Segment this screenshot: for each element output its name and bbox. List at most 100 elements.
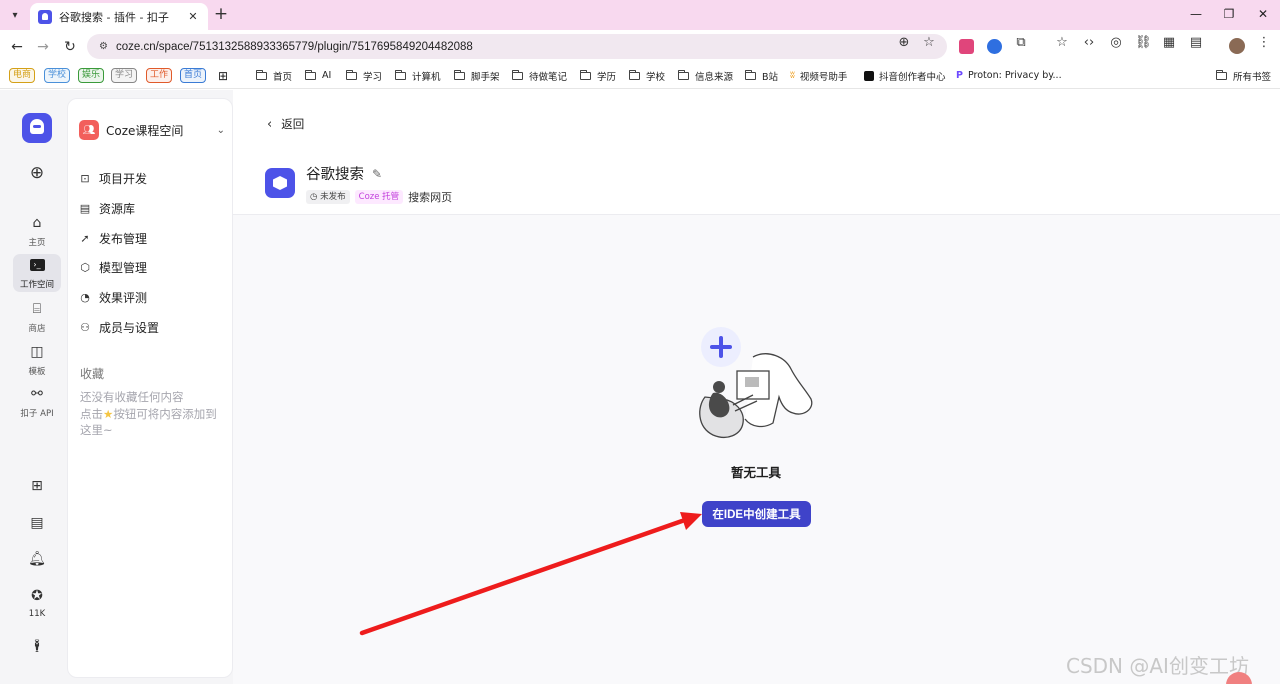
bookmark-folder[interactable]: 待做笔记: [512, 67, 567, 84]
create-button[interactable]: ⊕: [13, 163, 61, 183]
rail-docs[interactable]: ▤: [13, 515, 61, 531]
sidebar-item-label: 模型管理: [99, 260, 148, 275]
bookmark-link[interactable]: P Proton: Privacy by...: [956, 67, 1062, 84]
rail-item-store[interactable]: ⌸ 商店: [13, 301, 61, 334]
site-settings-icon[interactable]: ⚙: [99, 41, 108, 52]
bookmark-folder[interactable]: 计算机: [395, 67, 441, 84]
sidebar-item-label: 发布管理: [99, 231, 148, 246]
plugin-detail: ‹ 返回 谷歌搜索 ✎ ◷ 未发布 Coze 托管 搜索网页 暂无工具 在IDE…: [233, 90, 1280, 684]
sidebar-item-label: 项目开发: [99, 171, 148, 186]
bookmark-tag[interactable]: 电商: [9, 68, 36, 83]
sidebar-item-members[interactable]: ⚇ 成员与设置: [79, 316, 225, 338]
tab-title: 谷歌搜索 - 插件 - 扣子: [59, 10, 169, 24]
url-bar[interactable]: ⚙ coze.cn/space/7513132588933365779/plug…: [87, 34, 947, 59]
rail-apps[interactable]: ⊞: [13, 478, 61, 494]
browser-menu-icon[interactable]: ⋮: [1256, 35, 1272, 50]
profile-avatar[interactable]: [1229, 38, 1245, 54]
folder-icon: [256, 69, 267, 80]
star-circle-icon: ✪: [31, 588, 43, 604]
favorites-empty-part: 按钮可将内容添加到: [113, 406, 217, 421]
hosting-badge: Coze 托管: [354, 190, 404, 204]
bookmark-folder[interactable]: 学校: [629, 67, 665, 84]
rail-item-label: 工作空间: [19, 279, 54, 290]
link-icon[interactable]: ⛓: [1135, 35, 1152, 50]
all-bookmarks[interactable]: 所有书签: [1216, 67, 1271, 84]
workspace-sidebar: 👥︎ Coze课程空间 ⌄ ⊡ 项目开发 ▤ 资源库 ➚ 发布管理 ⬡ 模型管理…: [67, 98, 233, 678]
browser-tab-bar: ▾ 谷歌搜索 - 插件 - 扣子 ✕ + — ❐ ✕: [0, 0, 1280, 30]
gamepad-icon: ⊡: [80, 171, 90, 185]
space-selector[interactable]: 👥︎ Coze课程空间 ⌄: [79, 120, 225, 140]
bookmark-folder[interactable]: 学习: [346, 67, 382, 84]
extension-edge-icon[interactable]: [987, 39, 1002, 54]
coze-favicon-icon: [38, 9, 52, 24]
browser-tab[interactable]: 谷歌搜索 - 插件 - 扣子 ✕: [30, 3, 208, 30]
bookmark-folder[interactable]: B站: [745, 67, 778, 84]
bookmark-link[interactable]: ʬ 视频号助手: [790, 67, 847, 84]
folder-icon: [305, 69, 316, 80]
create-tool-in-ide-button[interactable]: 在IDE中创建工具: [702, 501, 811, 527]
zoom-icon[interactable]: ⊕: [896, 35, 912, 50]
template-icon: ◫: [30, 344, 44, 360]
back-label: 返回: [281, 117, 305, 131]
douyin-icon: [864, 70, 874, 81]
bookmark-folder[interactable]: 学历: [580, 67, 616, 84]
edit-icon[interactable]: ✎: [372, 167, 382, 181]
bookmark-tag[interactable]: 首页: [180, 68, 207, 83]
sidebar-item-models[interactable]: ⬡ 模型管理: [79, 256, 225, 278]
favorites-empty-line: 点击★按钮可将内容添加到: [80, 406, 228, 423]
status-badge: ◷ 未发布: [306, 190, 350, 204]
watermark: CSDN @AI创变工坊: [1066, 654, 1249, 678]
rail-item-templates[interactable]: ◫ 模板: [13, 344, 61, 377]
user-avatar[interactable]: 🕴︎: [13, 638, 61, 654]
restore-icon[interactable]: ❐: [1219, 5, 1239, 23]
sidebar-item-label: 资源库: [99, 201, 136, 216]
forward-arrow-icon[interactable]: →: [33, 37, 53, 57]
empty-state-illustration: [699, 327, 813, 438]
clock-icon: ◷: [310, 192, 318, 202]
bookmark-tag[interactable]: 学校: [44, 68, 71, 83]
window-close-icon[interactable]: ✕: [1253, 5, 1273, 23]
apps-grid-icon[interactable]: ⊞: [218, 67, 228, 84]
coze-logo[interactable]: [22, 113, 52, 143]
bookmark-folder[interactable]: 信息来源: [678, 67, 733, 84]
tab-close-icon[interactable]: ✕: [186, 10, 200, 23]
bookmark-link[interactable]: 抖音创作者中心: [864, 67, 946, 84]
screenshot-icon[interactable]: ◎: [1108, 35, 1124, 50]
rail-item-home[interactable]: ⌂ 主页: [13, 215, 61, 248]
new-tab-button[interactable]: +: [212, 5, 230, 23]
bookmark-folder[interactable]: 脚手架: [454, 67, 500, 84]
bookmark-star-icon[interactable]: ☆: [921, 35, 937, 50]
rail-star[interactable]: ✪ 11K: [13, 588, 61, 619]
favorites-icon[interactable]: ☆: [1054, 35, 1070, 50]
back-arrow-icon[interactable]: ←: [7, 37, 27, 57]
url-text[interactable]: coze.cn/space/7513132588933365779/plugin…: [116, 41, 473, 53]
back-link[interactable]: ‹ 返回: [267, 116, 304, 132]
minimize-icon[interactable]: —: [1186, 5, 1206, 23]
reload-icon[interactable]: ↻: [60, 37, 80, 57]
bookmark-folder[interactable]: AI: [305, 67, 331, 84]
rail-item-api[interactable]: ⚯ 扣子 API: [13, 386, 61, 419]
bookmark-tag[interactable]: 学习: [111, 68, 138, 83]
sidebar-item-publish[interactable]: ➚ 发布管理: [79, 227, 225, 249]
address-toolbar: ← → ↻ ⚙ coze.cn/space/751313258893336577…: [0, 30, 1280, 63]
sidebar-item-resources[interactable]: ▤ 资源库: [79, 197, 225, 219]
sidebar-item-projects[interactable]: ⊡ 项目开发: [79, 167, 225, 189]
plugin-name: 谷歌搜索: [306, 167, 364, 183]
bookmark-tag[interactable]: 娱乐: [78, 68, 105, 83]
bookmark-folder[interactable]: 首页: [256, 67, 292, 84]
folder-icon: [745, 69, 756, 80]
reading-list-icon[interactable]: ▤: [1188, 35, 1204, 50]
extension-translate-icon[interactable]: [959, 39, 974, 54]
rail-item-workspace[interactable]: ›_ 工作空间: [13, 254, 61, 292]
qr-code-icon[interactable]: ▦: [1161, 35, 1177, 50]
tab-search-chevron-icon[interactable]: ▾: [6, 6, 24, 24]
bookmark-tag[interactable]: 工作: [146, 68, 173, 83]
rail-notifications[interactable]: 🔔︎: [13, 551, 61, 567]
team-icon: 👥︎: [79, 120, 99, 140]
sidebar-item-evaluation[interactable]: ◔ 效果评测: [79, 286, 225, 308]
extensions-puzzle-icon[interactable]: ⧉: [1013, 35, 1029, 50]
folder-icon: [454, 69, 465, 80]
devtools-code-icon[interactable]: ‹›: [1081, 35, 1097, 50]
rail-item-label: 主页: [28, 238, 46, 248]
space-name: Coze课程空间: [106, 123, 184, 138]
